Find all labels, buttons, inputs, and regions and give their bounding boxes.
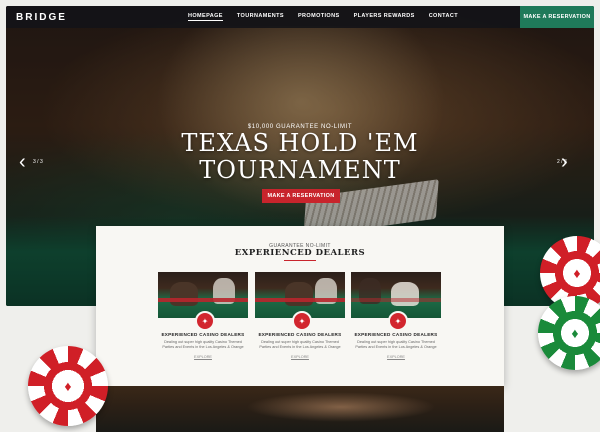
dealer-card-title: EXPERIENCED CASINO DEALERS (354, 332, 438, 337)
top-navigation: BRIDGE HOMEPAGE TOURNAMENTS PROMOTIONS P… (6, 6, 594, 28)
chevron-right-icon[interactable]: › (561, 152, 568, 172)
bottom-image-strip (96, 386, 504, 432)
explore-link[interactable]: EXPLORE (158, 355, 248, 359)
nav-item-players-rewards[interactable]: PLAYERS REWARDS (354, 13, 415, 21)
nav-item-promotions[interactable]: PROMOTIONS (298, 13, 340, 21)
section-heading: EXPERIENCED DEALERS (234, 248, 366, 258)
dealer-card-text: Dealing out super high quality Casino Th… (355, 340, 437, 349)
nav-item-homepage[interactable]: HOMEPAGE (188, 13, 223, 21)
explore-link[interactable]: EXPLORE (351, 355, 441, 359)
nav-item-contact[interactable]: CONTACT (429, 13, 458, 21)
poker-chip-green-icon: ♦ (538, 296, 600, 370)
dealers-section: GUARANTEE NO-LIMIT EXPERIENCED DEALERS ✦… (96, 226, 504, 386)
dealer-card-text: Dealing out super high quality Casino Th… (162, 340, 244, 349)
hero-title-line-1: TEXAS HOLD 'EM (181, 129, 419, 157)
poker-chip-red-icon: ♦ (28, 346, 108, 426)
hero-title-line-2: TOURNAMENT (199, 156, 401, 184)
make-reservation-nav-button[interactable]: MAKE A RESERVATION (520, 6, 594, 28)
dealer-card-title: EXPERIENCED CASINO DEALERS (258, 332, 342, 337)
slide-counter-left: 3 / 3 (33, 159, 43, 165)
nav-item-tournaments[interactable]: TOURNAMENTS (237, 13, 284, 21)
explore-link[interactable]: EXPLORE (255, 355, 345, 359)
heading-divider (284, 260, 316, 261)
dealer-card-text: Dealing out super high quality Casino Th… (259, 340, 341, 349)
make-reservation-hero-button[interactable]: MAKE A RESERVATION (262, 189, 340, 203)
chevron-left-icon[interactable]: ‹ (19, 152, 26, 172)
chip-icon: ✦ (195, 311, 215, 331)
chip-icon: ✦ (388, 311, 408, 331)
hero-title: TEXAS HOLD 'EM TOURNAMENT (6, 130, 594, 184)
dealer-card: ✦ EXPERIENCED CASINO DEALERS Dealing out… (351, 272, 441, 359)
chip-icon: ✦ (292, 311, 312, 331)
main-menu: HOMEPAGE TOURNAMENTS PROMOTIONS PLAYERS … (188, 13, 458, 21)
site-logo[interactable]: BRIDGE (16, 12, 186, 23)
dealer-card: ✦ EXPERIENCED CASINO DEALERS Dealing out… (255, 272, 345, 359)
dealer-card-title: EXPERIENCED CASINO DEALERS (161, 332, 245, 337)
dealer-card: ✦ EXPERIENCED CASINO DEALERS Dealing out… (158, 272, 248, 359)
